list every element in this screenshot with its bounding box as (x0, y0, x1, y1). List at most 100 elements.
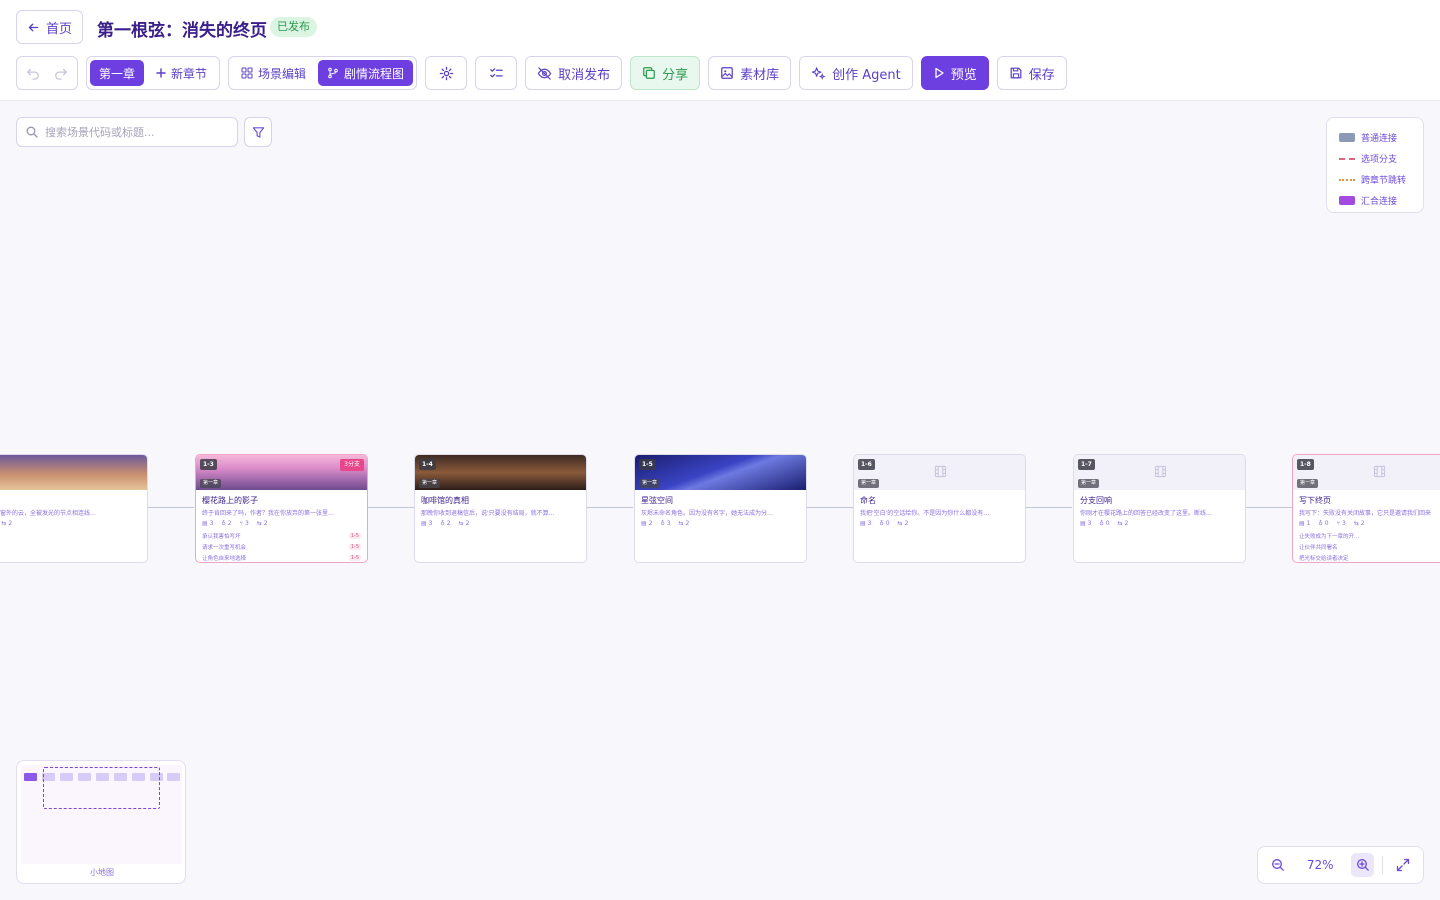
scene-node[interactable]: 1-4 第一章 咖啡馆的真相 那晚你收到退稿信后，说'只要没有结局，就不算… ▤… (414, 454, 587, 563)
new-chapter-label: 新章节 (171, 66, 208, 81)
scene-thumbnail: 1-4 第一章 (415, 455, 586, 490)
scene-node[interactable]: 1-6 第一章 命名 我把'空白'的空话给你。不是因为你什么都没有… ▤ 3 ♁… (853, 454, 1026, 563)
choice-text: 把光标交给读者决定 (1299, 555, 1349, 562)
scene-desc: 灰烬未命名角色。因为没有名字，她无法成为分… (641, 510, 774, 517)
scene-node[interactable]: 1-8 第一章 写下终页 我写下：失败没有关闭故事，它只是邀请我们回来 ▤ 1 … (1292, 454, 1440, 563)
scene-node[interactable]: 1-3 3分支 第一章 樱花路上的影子 终于肯回来了吗，作者？我在你放弃的第一张… (195, 454, 368, 563)
legend-label: 跨章节跳转 (1361, 176, 1407, 186)
choice-target: 1-5 (348, 543, 361, 550)
legend-label: 普通连接 (1361, 134, 1398, 144)
toolbar: 第一章 新章节 场景编辑 剧情流程图 取消发布 分享 素材库 创作 Agent … (16, 56, 1067, 90)
checklist-button[interactable] (475, 56, 518, 90)
story-title: 第一根弦：消失的终页 (97, 21, 267, 41)
scene-desc: 我把'空白'的空话给你。不是因为你什么都没有… (860, 510, 990, 517)
choice-item[interactable]: 承认我害怕写坏 1-5 (202, 530, 361, 541)
stat-item: ⇆ 2 (1117, 520, 1129, 527)
fit-view-button[interactable] (1391, 853, 1415, 877)
search-box[interactable] (16, 117, 238, 147)
share-button[interactable]: 分享 (630, 56, 701, 90)
scene-code: 1-3 (200, 459, 217, 470)
scene-desc: 那晚你收到退稿信后，说'只要没有结局，就不算… (421, 510, 555, 517)
stat-item: ▤ 3 (860, 520, 872, 527)
choice-text: 让角色自来地选择 (202, 555, 247, 562)
search-input[interactable] (45, 125, 225, 139)
home-button-label: 首页 (46, 21, 73, 37)
stat-item: ⇆ 2 (1, 520, 13, 527)
legend-item: 普通连接 (1339, 127, 1423, 148)
minimap[interactable]: 小地图 (16, 760, 186, 884)
scene-code: 1-4 (419, 459, 436, 470)
save-label: 保存 (1028, 67, 1055, 83)
checklist-icon (489, 67, 503, 77)
scene-thumbnail (0, 455, 147, 490)
scene-node[interactable]: 1-5 第一章 星弦空间 灰烬未命名角色。因为没有名字，她无法成为分… ▤ 2 … (634, 454, 807, 563)
film-icon (1373, 465, 1386, 478)
search-icon (26, 126, 38, 138)
dotted-line-swatch (1339, 178, 1355, 181)
scene-code: 1-7 (1078, 459, 1095, 470)
eye-off-icon (537, 66, 552, 80)
chapter-tag: 第一章 (639, 479, 661, 488)
choice-item[interactable]: 让角色自来地选择 1-5 (202, 552, 361, 562)
scene-code: 1-8 (1297, 459, 1314, 470)
preview-button[interactable]: 预览 (920, 56, 989, 90)
zoom-out-button[interactable] (1266, 853, 1290, 877)
home-button[interactable]: 首页 (16, 10, 84, 44)
scene-title: 星弦空间 (641, 496, 673, 505)
new-chapter-button[interactable]: 新章节 (147, 60, 216, 86)
unpublish-label: 取消发布 (558, 67, 611, 83)
filter-icon (252, 126, 264, 138)
stat-item: ⇆ 2 (458, 520, 470, 527)
undo-icon[interactable] (26, 66, 40, 80)
flowchart-label: 剧情流程图 (344, 66, 405, 81)
agent-button[interactable]: 创作 Agent (799, 56, 913, 90)
stat-item: ▤ 1 (1299, 520, 1311, 527)
scene-title: 写下终页 (1299, 496, 1331, 505)
settings-button[interactable] (425, 56, 468, 90)
edge-connector (368, 507, 414, 508)
choice-target: 1-5 (348, 532, 361, 539)
choice-item[interactable]: 让伙伴共同署名 (1299, 541, 1440, 552)
choice-item[interactable]: 把光标交给读者决定 (1299, 552, 1440, 562)
git-branch-icon (328, 67, 338, 79)
edge-connector (587, 507, 633, 508)
legend-item: 汇合连接 (1339, 190, 1423, 211)
choice-list: 让失败成为下一章的开… 让伙伴共同署名 把光标交给读者决定 (1293, 527, 1440, 562)
stat-item: ⇆ 2 (897, 520, 909, 527)
unpublish-button[interactable]: 取消发布 (525, 56, 623, 90)
edge-connector (807, 507, 853, 508)
scene-stats: ▤ 3 ♁ 0 ⇆ 2 (854, 517, 1025, 527)
stat-item: ♁ 0 (879, 520, 890, 527)
plus-icon (156, 68, 166, 78)
chapter-tag: 第一章 (1078, 479, 1100, 488)
gear-icon (439, 66, 453, 80)
branch-count-badge: 3分支 (340, 459, 364, 471)
scene-desc: 课桌、窗外的云，全被发光的节点相连线… (0, 510, 97, 517)
scene-edit-tab[interactable]: 场景编辑 (232, 60, 315, 86)
redo-icon[interactable] (54, 66, 68, 80)
minimap-viewport[interactable] (43, 767, 160, 809)
assets-button[interactable]: 素材库 (708, 56, 792, 90)
filter-button[interactable] (244, 117, 272, 147)
edge-legend: 普通连接 选项分支 跨章节跳转 汇合连接 (1326, 117, 1424, 213)
flowchart-tab[interactable]: 剧情流程图 (318, 60, 414, 86)
choice-item[interactable]: 请求一次重写机会 1-5 (202, 541, 361, 552)
choice-text: 让失败成为下一章的开… (1299, 533, 1360, 540)
zoom-out-icon (1271, 859, 1284, 871)
stat-item: ♁ 2 (440, 520, 451, 527)
arrow-left-icon (28, 23, 39, 31)
scene-title: 能响 (0, 490, 147, 506)
legend-label: 汇合连接 (1361, 197, 1398, 207)
dashed-line-swatch (1339, 157, 1355, 160)
save-button[interactable]: 保存 (996, 56, 1067, 90)
stat-item: ▤ 3 (421, 520, 433, 527)
chapter-tab[interactable]: 第一章 (90, 60, 145, 86)
agent-label: 创作 Agent (832, 67, 901, 83)
zoom-in-button[interactable] (1350, 853, 1375, 877)
scene-node[interactable]: 1-7 第一章 分支回响 你刚才在樱花路上的回答已经改变了这里。断线… ▤ 3 … (1073, 454, 1246, 563)
undo-redo-group (16, 56, 78, 90)
chapter-tag: 第一章 (1297, 479, 1319, 488)
choice-target: 1-5 (348, 554, 361, 561)
choice-item[interactable]: 让失败成为下一章的开… (1299, 530, 1440, 541)
scene-node[interactable]: 能响 课桌、窗外的云，全被发光的节点相连线… ▤ 0 ⇆ 2 (0, 454, 148, 563)
